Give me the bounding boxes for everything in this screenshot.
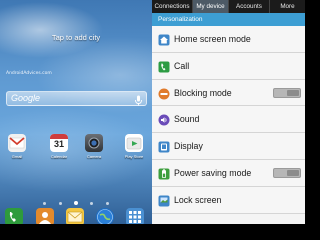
app-play-store[interactable]: Play Store [123, 134, 145, 164]
settings-item-label: Call [174, 60, 190, 71]
tab-accounts[interactable]: Accounts [229, 0, 270, 13]
settings-panel: Connections My device Accounts More Pers… [152, 0, 305, 224]
app-label: Calendar [50, 154, 68, 159]
settings-item-label: Display [174, 141, 203, 152]
app-calendar[interactable]: 31 Calendar [48, 134, 70, 164]
toggle-knob [287, 169, 299, 176]
settings-item-display[interactable]: Display [152, 133, 305, 160]
app-label: Gmail [11, 154, 23, 159]
tab-my-device[interactable]: My device [193, 0, 229, 13]
toggle-knob [287, 89, 299, 96]
blocking-mode-toggle[interactable] [273, 87, 301, 98]
apps-icon[interactable] [126, 208, 144, 224]
phone-icon[interactable] [5, 208, 23, 224]
settings-item-call[interactable]: Call [152, 52, 305, 80]
page-indicator [0, 192, 152, 205]
calendar-date: 31 [53, 139, 64, 149]
section-header-personalization: Personalization [152, 13, 305, 26]
page-dot-active [74, 201, 78, 205]
camera-icon [85, 134, 103, 152]
power-saving-toggle[interactable] [273, 167, 301, 178]
page-dot [105, 202, 109, 205]
settings-item-power-saving-mode[interactable]: Power saving mode [152, 159, 305, 187]
tab-more[interactable]: More [270, 0, 305, 13]
sound-icon [158, 113, 170, 126]
page-dot [90, 202, 94, 205]
settings-item-lock-screen[interactable]: Lock screen [152, 186, 305, 214]
settings-item-label: Blocking mode [174, 87, 232, 98]
settings-tab-bar: Connections My device Accounts More [152, 0, 305, 13]
settings-item-sound[interactable]: Sound [152, 106, 305, 134]
watermark: AndroidAdvices.com [6, 71, 52, 76]
settings-item-blocking-mode[interactable]: Blocking mode [152, 79, 305, 107]
settings-item-home-screen-mode[interactable]: Home screen mode [152, 26, 305, 53]
dock [0, 206, 152, 224]
settings-list: Home screen mode Call Blocking mode Soun… [152, 26, 305, 214]
app-camera[interactable]: Camera [83, 134, 105, 164]
home-app-row: Gmail 31 Calendar Camera Play Store [0, 134, 152, 164]
app-label: Camera [86, 154, 102, 159]
display-icon [158, 140, 170, 153]
play-store-icon [125, 134, 143, 152]
settings-item-label: Lock screen [174, 194, 222, 205]
settings-item-label: Power saving mode [174, 167, 252, 178]
contacts-icon[interactable] [36, 208, 54, 224]
settings-item-label: Home screen mode [174, 34, 251, 44]
home-screen-icon [158, 33, 170, 46]
tab-connections[interactable]: Connections [152, 0, 193, 13]
internet-icon[interactable] [96, 208, 114, 224]
app-label: Play Store [124, 154, 144, 159]
home-screen: Tap to add city AndroidAdvices.com Googl… [0, 0, 152, 224]
page-dot [43, 202, 47, 205]
page-dot [58, 202, 62, 205]
google-logo: Google [11, 93, 41, 103]
blocking-icon [158, 87, 170, 100]
gmail-icon [8, 134, 26, 152]
settings-item-label: Sound [174, 114, 200, 125]
messaging-icon[interactable] [66, 208, 84, 224]
calendar-icon: 31 [50, 134, 68, 152]
google-search-bar[interactable]: Google [6, 91, 147, 106]
app-gmail[interactable]: Gmail [6, 134, 28, 164]
microphone-icon[interactable] [134, 93, 143, 106]
power-saving-icon [158, 167, 170, 180]
weather-widget-prompt[interactable]: Tap to add city [0, 33, 152, 42]
call-icon [158, 60, 170, 73]
lock-screen-icon [158, 194, 170, 207]
